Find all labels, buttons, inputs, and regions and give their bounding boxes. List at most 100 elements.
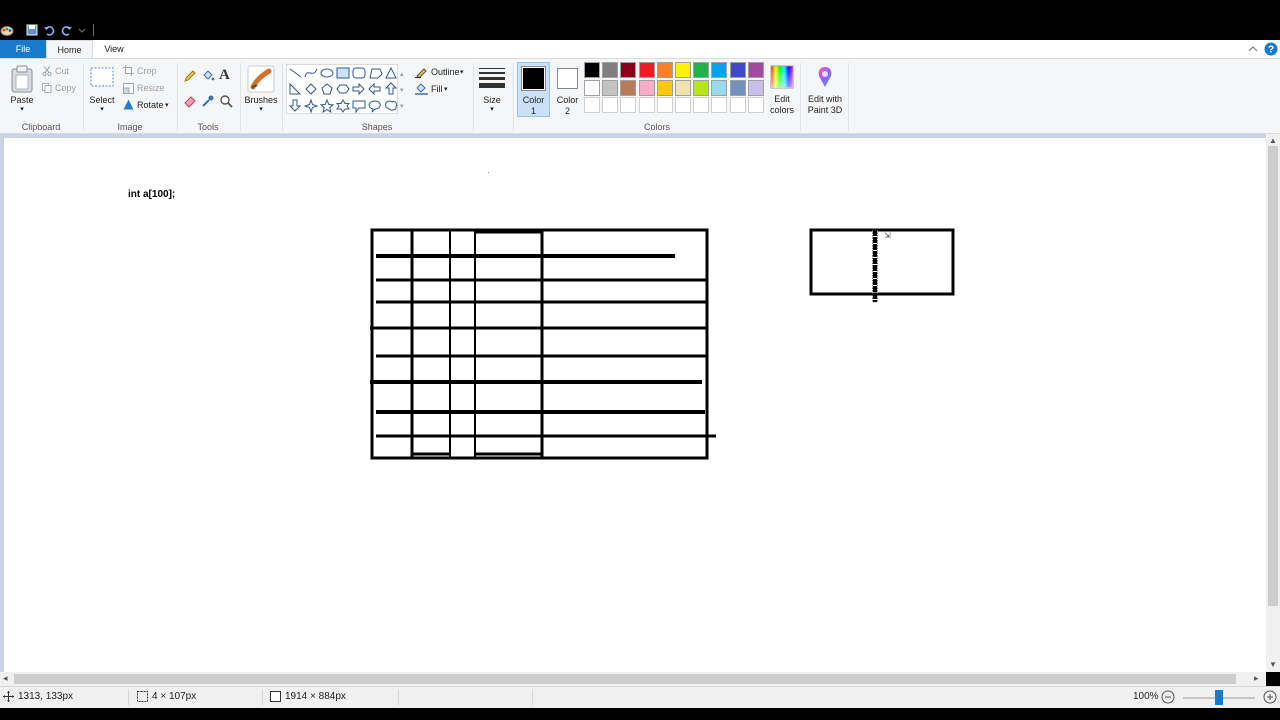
palette-swatch[interactable] bbox=[584, 97, 600, 113]
group-divider bbox=[513, 63, 514, 131]
size-dropdown-icon[interactable]: ▾ bbox=[474, 104, 510, 115]
palette-swatch[interactable] bbox=[693, 79, 710, 96]
fill-dropdown-icon[interactable]: ▾ bbox=[444, 84, 448, 95]
text-tool-icon[interactable]: A bbox=[219, 67, 230, 84]
palette-swatch[interactable] bbox=[729, 79, 746, 96]
copy-button[interactable]: Copy bbox=[55, 83, 76, 94]
palette-swatch[interactable] bbox=[584, 79, 600, 96]
horizontal-scroll-thumb[interactable] bbox=[14, 674, 1236, 684]
outline-button[interactable]: Outline bbox=[431, 67, 460, 78]
palette-swatch[interactable] bbox=[602, 62, 619, 78]
palette-swatch[interactable] bbox=[675, 79, 691, 96]
pencil-icon[interactable] bbox=[183, 69, 197, 83]
palette-swatch[interactable] bbox=[711, 62, 728, 78]
resize-button[interactable]: Resize bbox=[137, 83, 165, 94]
scroll-left-icon[interactable]: ◂ bbox=[3, 673, 8, 684]
palette-swatch[interactable] bbox=[620, 79, 637, 96]
collapse-ribbon-icon[interactable] bbox=[1248, 44, 1258, 54]
palette-swatch[interactable] bbox=[656, 97, 673, 113]
fill-bucket-icon[interactable] bbox=[201, 69, 215, 83]
palette-swatch[interactable] bbox=[620, 62, 637, 78]
palette-swatch[interactable] bbox=[711, 79, 728, 96]
palette-swatch[interactable] bbox=[656, 62, 673, 78]
four-point-star-shape-icon bbox=[303, 98, 319, 114]
palette-swatch[interactable] bbox=[602, 79, 619, 96]
tab-home[interactable]: Home bbox=[46, 40, 93, 58]
palette-swatch[interactable] bbox=[747, 62, 764, 78]
redo-icon[interactable] bbox=[61, 21, 73, 39]
palette-swatch[interactable] bbox=[638, 79, 655, 96]
palette-swatch[interactable] bbox=[638, 97, 655, 113]
color2-button[interactable]: Color 2 bbox=[553, 64, 582, 116]
oval-shape-icon bbox=[320, 68, 334, 78]
horizontal-scrollbar[interactable]: ◂ ▸ bbox=[0, 672, 1266, 686]
edit-colors-button[interactable]: Edit colors bbox=[767, 63, 797, 117]
paste-button[interactable]: Paste ▾ bbox=[8, 63, 36, 113]
vertical-scrollbar[interactable]: ▲ ▼ bbox=[1266, 134, 1280, 672]
zoom-in-icon[interactable] bbox=[1263, 690, 1277, 704]
drawn-table bbox=[370, 228, 716, 460]
palette-swatch[interactable] bbox=[602, 97, 619, 113]
help-icon[interactable]: ? bbox=[1264, 42, 1278, 56]
palette-swatch[interactable] bbox=[693, 97, 710, 113]
palette-swatch[interactable] bbox=[656, 79, 673, 96]
palette-swatch[interactable] bbox=[747, 79, 764, 96]
paint-app-icon[interactable] bbox=[0, 21, 14, 39]
cut-icon[interactable] bbox=[42, 66, 52, 76]
cut-button[interactable]: Cut bbox=[55, 66, 69, 77]
scroll-up-icon[interactable]: ▲ bbox=[1269, 136, 1277, 145]
cursor-position: 1313, 133px bbox=[18, 691, 74, 702]
shapes-scroll-icon[interactable]: ▴ ▾ ▾ bbox=[400, 67, 404, 115]
edit-with-paint3d-button[interactable]: Edit with Paint 3D bbox=[804, 63, 846, 117]
select-button[interactable]: Select ▾ bbox=[88, 65, 116, 117]
palette-swatch[interactable] bbox=[620, 97, 637, 113]
eraser-icon[interactable] bbox=[183, 94, 197, 108]
palette-swatch[interactable] bbox=[747, 97, 764, 113]
palette-swatch[interactable] bbox=[729, 62, 746, 78]
rotate-icon[interactable] bbox=[123, 99, 134, 110]
shapes-group-label: Shapes bbox=[361, 122, 393, 132]
status-divider bbox=[128, 689, 129, 705]
undo-icon[interactable] bbox=[43, 21, 55, 39]
palette-swatch[interactable] bbox=[675, 97, 691, 113]
fill-icon[interactable] bbox=[415, 83, 428, 95]
vertical-scroll-thumb[interactable] bbox=[1268, 146, 1278, 606]
save-icon[interactable] bbox=[26, 21, 38, 39]
scroll-right-icon[interactable]: ▸ bbox=[1254, 673, 1259, 684]
palette-swatch[interactable] bbox=[638, 62, 655, 78]
select-dropdown-icon[interactable]: ▾ bbox=[84, 104, 120, 115]
status-divider bbox=[398, 689, 399, 705]
crop-icon[interactable] bbox=[123, 65, 134, 76]
size-button[interactable]: Size ▾ bbox=[477, 63, 507, 117]
palette-swatch[interactable] bbox=[693, 62, 710, 78]
paste-dropdown-icon[interactable]: ▾ bbox=[4, 104, 40, 115]
brushes-button[interactable]: Brushes ▾ bbox=[243, 63, 279, 117]
tab-file[interactable]: File bbox=[0, 40, 46, 58]
drawing-canvas[interactable]: int a[100]; ⇲ bbox=[4, 138, 1266, 672]
palette-swatch[interactable] bbox=[711, 97, 728, 113]
resize-icon[interactable] bbox=[123, 83, 134, 94]
outline-icon[interactable] bbox=[415, 66, 427, 78]
diamond-shape-icon bbox=[305, 83, 317, 95]
group-divider bbox=[848, 63, 849, 131]
zoom-slider-thumb[interactable] bbox=[1215, 690, 1223, 705]
rotate-button[interactable]: Rotate bbox=[137, 100, 164, 111]
copy-icon[interactable] bbox=[42, 83, 52, 93]
brushes-dropdown-icon[interactable]: ▾ bbox=[241, 104, 281, 115]
tab-view[interactable]: View bbox=[96, 40, 132, 58]
shapes-gallery[interactable] bbox=[286, 64, 398, 114]
crop-button[interactable]: Crop bbox=[137, 66, 157, 77]
fill-button[interactable]: Fill bbox=[431, 84, 443, 95]
palette-swatch[interactable] bbox=[675, 62, 691, 78]
color-picker-icon[interactable] bbox=[201, 94, 215, 108]
rotate-dropdown-icon[interactable]: ▾ bbox=[165, 100, 169, 111]
outline-dropdown-icon[interactable]: ▾ bbox=[460, 67, 464, 78]
palette-swatch[interactable] bbox=[729, 97, 746, 113]
palette-swatch[interactable] bbox=[584, 62, 600, 78]
image-size-icon bbox=[270, 691, 281, 702]
magnifier-icon[interactable] bbox=[219, 94, 233, 108]
color1-button[interactable]: Color 1 bbox=[519, 64, 548, 116]
customize-quick-access-icon[interactable] bbox=[78, 21, 86, 39]
scroll-down-icon[interactable]: ▼ bbox=[1269, 660, 1277, 669]
zoom-out-icon[interactable] bbox=[1161, 690, 1175, 704]
